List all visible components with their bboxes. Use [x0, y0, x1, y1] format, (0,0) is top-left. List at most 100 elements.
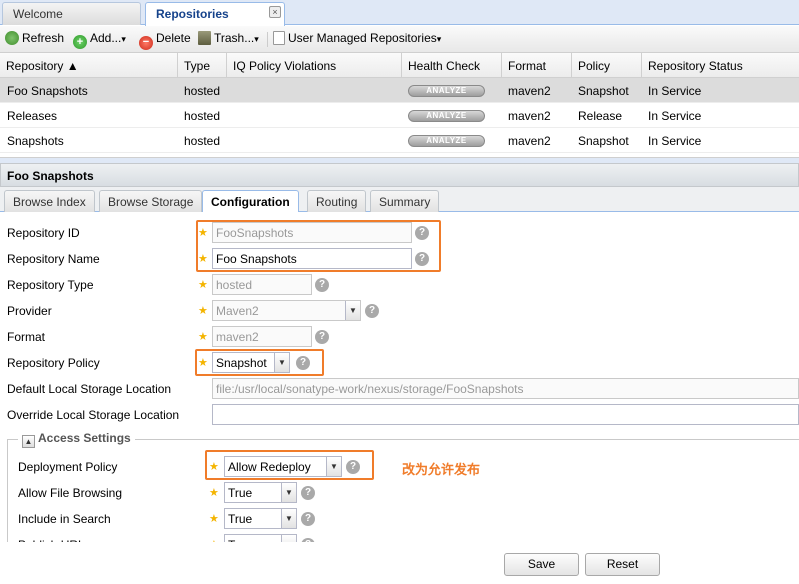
save-button[interactable]: Save — [504, 553, 579, 576]
main-tab-bar: Welcome Repositories × — [0, 0, 799, 26]
repository-type-field[interactable]: hosted — [212, 274, 312, 295]
default-storage-label: Default Local Storage Location — [7, 382, 172, 396]
tab-repositories-label: Repositories — [156, 7, 229, 21]
required-star-icon: ★ — [209, 487, 219, 499]
format-label: Format — [7, 330, 46, 344]
tab-repositories[interactable]: Repositories × — [145, 2, 285, 26]
column-repository-status[interactable]: Repository Status — [642, 53, 799, 78]
help-icon[interactable]: ? — [315, 330, 329, 344]
analyze-button[interactable]: ANALYZE — [408, 135, 485, 147]
override-storage-label: Override Local Storage Location — [7, 408, 180, 422]
provider-label: Provider — [7, 304, 52, 318]
repository-name-label: Repository Name — [7, 252, 100, 266]
allow-file-browsing-value: True — [228, 486, 253, 500]
close-tab-icon[interactable]: × — [269, 6, 281, 18]
include-in-search-label: Include in Search — [18, 512, 111, 526]
delete-button[interactable]: − Delete — [139, 31, 191, 50]
trash-button[interactable]: Trash...▾ — [198, 31, 259, 45]
toolbar: Refresh + Add...▾ − Delete Trash...▾ User … — [0, 26, 799, 53]
analyze-button[interactable]: ANALYZE — [408, 85, 485, 97]
add-dropdown-icon: ▾ — [121, 34, 126, 44]
cell-type: hosted — [184, 109, 221, 123]
default-storage-field[interactable]: file:/usr/local/sonatype-work/nexus/stor… — [212, 378, 799, 399]
repository-id-label: Repository ID — [7, 226, 80, 240]
tab-browse-storage[interactable]: Browse Storage — [99, 190, 203, 212]
cell-format: maven2 — [508, 109, 551, 123]
refresh-icon — [5, 31, 19, 45]
cell-policy: Release — [578, 109, 623, 123]
chevron-down-icon[interactable]: ▼ — [281, 509, 296, 528]
help-icon[interactable]: ? — [365, 304, 379, 318]
cell-status: In Service — [648, 109, 702, 123]
cell-format: maven2 — [508, 84, 551, 98]
cell-status: In Service — [648, 134, 702, 148]
include-in-search-combo[interactable]: True ▼ — [224, 508, 297, 529]
add-label: Add... — [90, 31, 122, 45]
access-settings-title: Access Settings — [38, 431, 131, 445]
cell-type: hosted — [184, 134, 221, 148]
collapse-icon[interactable]: ▲ — [22, 435, 35, 448]
user-managed-dropdown-icon: ▾ — [436, 34, 442, 44]
detail-tab-bar: Browse Index Browse Storage Configuratio… — [0, 187, 799, 213]
cell-repository: Foo Snapshots — [7, 84, 88, 98]
help-icon[interactable]: ? — [301, 486, 315, 500]
delete-icon: − — [139, 36, 153, 50]
repository-type-label: Repository Type — [7, 278, 94, 292]
chevron-down-icon[interactable]: ▼ — [281, 483, 296, 502]
table-row[interactable]: Foo Snapshots hosted ANALYZE maven2 Snap… — [0, 78, 799, 103]
chevron-down-icon[interactable]: ▼ — [345, 301, 360, 320]
deployment-policy-label: Deployment Policy — [18, 460, 118, 474]
reset-button[interactable]: Reset — [585, 553, 660, 576]
column-type[interactable]: Type — [178, 53, 227, 78]
refresh-label: Refresh — [22, 31, 65, 45]
analyze-button[interactable]: ANALYZE — [408, 110, 485, 122]
table-row[interactable]: Snapshots hosted ANALYZE maven2 Snapshot… — [0, 128, 799, 153]
tab-browse-index[interactable]: Browse Index — [4, 190, 95, 212]
cell-type: hosted — [184, 84, 221, 98]
trash-icon — [198, 31, 211, 45]
cell-repository: Releases — [7, 109, 58, 123]
tab-routing[interactable]: Routing — [307, 190, 367, 212]
highlight-box-deployment — [205, 450, 374, 480]
required-star-icon: ★ — [209, 513, 219, 525]
override-storage-input[interactable] — [212, 404, 799, 425]
tab-welcome[interactable]: Welcome — [2, 2, 141, 25]
column-health-check[interactable]: Health Check — [402, 53, 502, 78]
provider-value: Maven2 — [216, 304, 259, 318]
column-format[interactable]: Format — [502, 53, 572, 78]
column-policy[interactable]: Policy — [572, 53, 642, 78]
table-row[interactable]: Releases hosted ANALYZE maven2 Release I… — [0, 103, 799, 128]
grid-header: Repository ▲ Type IQ Policy Violations H… — [0, 53, 799, 78]
user-managed-repositories-button[interactable]: User Managed Repositories▾ — [273, 31, 441, 45]
tab-configuration[interactable]: Configuration — [202, 190, 299, 213]
cell-format: maven2 — [508, 134, 551, 148]
form-footer: Save Reset — [0, 542, 799, 584]
user-managed-label: User Managed Repositories — [288, 31, 437, 45]
column-iq-policy-violations[interactable]: IQ Policy Violations — [227, 53, 402, 78]
refresh-button[interactable]: Refresh — [5, 31, 64, 45]
access-settings-legend[interactable]: ▲ Access Settings — [18, 431, 135, 448]
required-star-icon: ★ — [198, 305, 208, 317]
repository-policy-label: Repository Policy — [7, 356, 100, 370]
delete-label: Delete — [156, 31, 191, 45]
tab-summary[interactable]: Summary — [370, 190, 440, 212]
help-icon[interactable]: ? — [301, 512, 315, 526]
document-icon — [273, 31, 285, 45]
add-icon: + — [73, 35, 87, 49]
allow-file-browsing-combo[interactable]: True ▼ — [224, 482, 297, 503]
add-button[interactable]: + Add...▾ — [73, 31, 126, 49]
toolbar-separator — [267, 32, 268, 47]
help-icon[interactable]: ? — [315, 278, 329, 292]
detail-panel-title: Foo Snapshots — [0, 163, 799, 187]
trash-dropdown-icon: ▾ — [254, 34, 259, 44]
column-repository[interactable]: Repository ▲ — [0, 53, 178, 78]
cell-repository: Snapshots — [7, 134, 64, 148]
cell-policy: Snapshot — [578, 84, 629, 98]
repository-grid: Repository ▲ Type IQ Policy Violations H… — [0, 53, 799, 157]
format-field[interactable]: maven2 — [212, 326, 312, 347]
required-star-icon: ★ — [198, 331, 208, 343]
trash-label: Trash... — [214, 31, 255, 45]
highlight-box-policy — [195, 349, 324, 376]
tab-welcome-label: Welcome — [13, 7, 63, 21]
provider-combo[interactable]: Maven2 ▼ — [212, 300, 361, 321]
